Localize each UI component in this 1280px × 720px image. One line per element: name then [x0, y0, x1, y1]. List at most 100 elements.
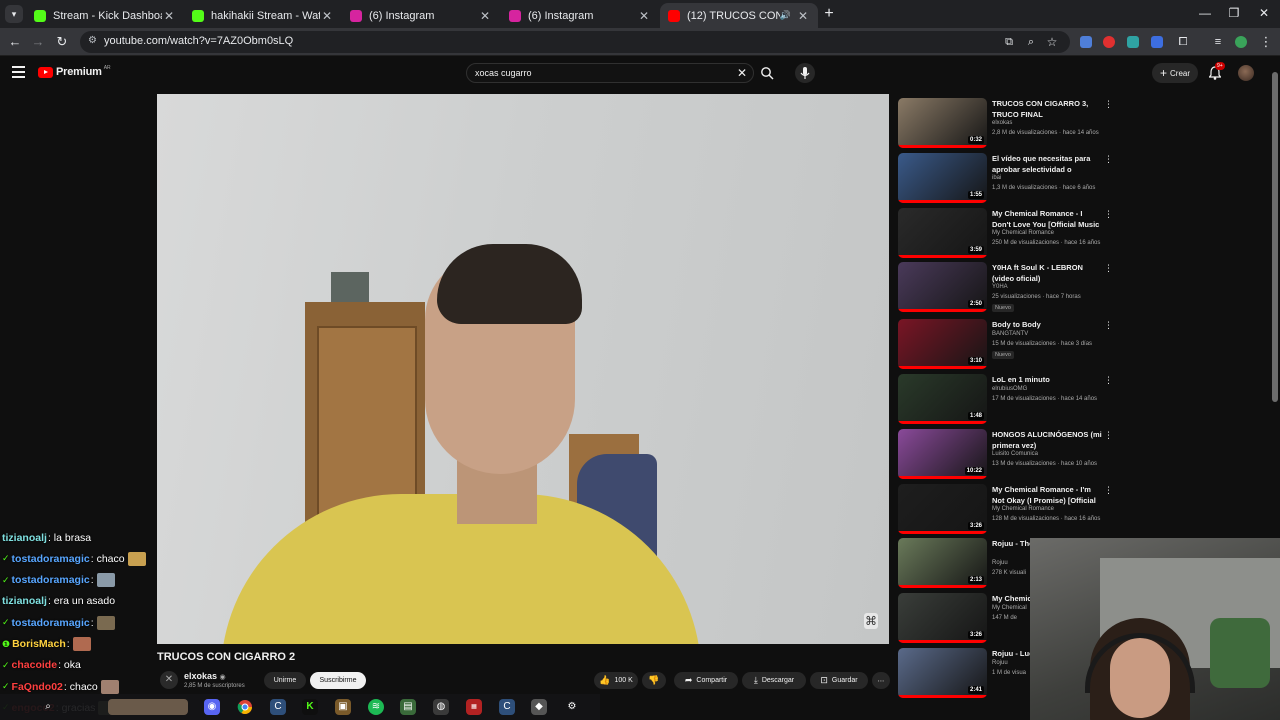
share-button[interactable]: ➦ Compartir	[674, 672, 738, 689]
video-thumbnail[interactable]: 2:13	[898, 538, 987, 588]
chat-username[interactable]: tostadoramagic	[12, 553, 90, 565]
minecraft-icon[interactable]: ▣	[335, 699, 351, 715]
restore-icon[interactable]: ❐	[1227, 6, 1241, 20]
chat-username[interactable]: chacoide	[12, 659, 58, 671]
recommendation-title[interactable]: Y0HA ft Soul K - LEBRON (video oficial)	[992, 263, 1102, 284]
video-thumbnail[interactable]: 2:50	[898, 262, 987, 312]
chrome-active-icon[interactable]: ◍	[433, 699, 449, 715]
youtube-logo[interactable]: Premium AR	[38, 65, 111, 78]
recommendation-item[interactable]: 3:10 Body to Body BANGTANTV 15 M de visuali…	[898, 319, 1123, 371]
back-arrow-icon[interactable]: ←	[6, 33, 24, 51]
video-thumbnail[interactable]: 3:59	[898, 208, 987, 258]
chat-username[interactable]: tostadoramagic	[12, 574, 90, 586]
recommendation-channel[interactable]: My Chemical Romance	[992, 506, 1054, 512]
search-icon[interactable]: ⌕	[40, 699, 56, 715]
tab-search-button[interactable]: ▾	[5, 5, 23, 23]
close-tab-icon[interactable]: ✕	[796, 9, 810, 23]
recommendation-item[interactable]: 1:55 El vídeo que necesitas para aprobar …	[898, 153, 1123, 205]
tab-kick-stream[interactable]: hakihakii Stream - Watch Live o ✕	[184, 3, 342, 28]
tab-kick-dashboard[interactable]: Stream - Kick Dashboard ✕	[26, 3, 184, 28]
recommendation-title[interactable]: Body to Body	[992, 320, 1102, 331]
save-button[interactable]: ⊡ Guardar	[810, 672, 868, 689]
video-thumbnail[interactable]: 1:55	[898, 153, 987, 203]
chat-username[interactable]: tostadoramagic	[12, 617, 90, 629]
browser-menu-icon[interactable]: ⋮	[1257, 33, 1275, 51]
close-tab-icon[interactable]: ✕	[637, 9, 651, 23]
subscribe-button[interactable]: Suscribirme	[310, 672, 366, 689]
recommendation-item[interactable]: 2:50 Y0HA ft Soul K - LEBRON (video ofici…	[898, 262, 1123, 314]
video-thumbnail[interactable]: 1:48	[898, 374, 987, 424]
extension-icon[interactable]	[1103, 36, 1115, 48]
recommendation-channel[interactable]: Rojuu	[992, 660, 1008, 666]
recommendation-title[interactable]: LoL en 1 minuto	[992, 375, 1102, 386]
taskbar-preview-thumbnail[interactable]	[108, 699, 188, 715]
discord-icon[interactable]: ◉	[204, 699, 220, 715]
more-vertical-icon[interactable]: ⋮	[1104, 263, 1113, 274]
more-vertical-icon[interactable]: ⋮	[1104, 320, 1113, 331]
extension-icon[interactable]	[1127, 36, 1139, 48]
recommendation-channel[interactable]: Rojuu	[992, 560, 1008, 566]
recommendation-item[interactable]: 0:32 TRUCOS CON CIGARRO 3, TRUCO FINAL elx…	[898, 98, 1123, 150]
address-bar[interactable]: ⚙ youtube.com/watch?v=7AZ0Obm0sLQ	[80, 31, 1070, 53]
settings-gear-icon[interactable]: ⚙	[564, 699, 580, 715]
video-player[interactable]: ⌘	[157, 94, 889, 644]
more-vertical-icon[interactable]: ⋮	[1104, 430, 1113, 441]
download-button[interactable]: ⤓ Descargar	[742, 672, 806, 689]
close-tab-icon[interactable]: ✕	[162, 9, 176, 23]
recommendation-channel[interactable]: BANGTANTV	[992, 331, 1028, 337]
app-c-icon[interactable]: C	[270, 699, 286, 715]
game-icon[interactable]: ▤	[400, 699, 416, 715]
dislike-button[interactable]: 👎	[642, 672, 666, 689]
page-scrollbar[interactable]	[1270, 62, 1280, 402]
bookmark-star-icon[interactable]: ☆	[1043, 33, 1061, 51]
video-thumbnail[interactable]: 3:26	[898, 593, 987, 643]
recommendation-title[interactable]: TRUCOS CON CIGARRO 3, TRUCO FINAL	[992, 99, 1102, 120]
reload-icon[interactable]: ↻	[53, 33, 71, 51]
video-thumbnail[interactable]: 3:26	[898, 484, 987, 534]
tab-instagram-2[interactable]: (6) Instagram ✕	[501, 3, 659, 28]
recommendation-item[interactable]: 3:59 My Chemical Romance - I Don't Love Y…	[898, 208, 1123, 260]
search-icon[interactable]	[760, 66, 774, 80]
miniplayer-icon[interactable]: ⌘	[864, 613, 878, 629]
close-tab-icon[interactable]: ✕	[478, 9, 492, 23]
create-button[interactable]: + Crear	[1152, 63, 1198, 83]
scrollbar-thumb[interactable]	[1272, 72, 1278, 402]
votes-app-icon[interactable]: ▦	[466, 699, 482, 715]
extension-icon[interactable]	[1151, 36, 1163, 48]
video-thumbnail[interactable]: 3:10	[898, 319, 987, 369]
recommendation-item[interactable]: 10:22 HONGOS ALUCINÓGENOS (mi primera vez…	[898, 429, 1123, 481]
notifications-button[interactable]: 9+	[1208, 62, 1225, 80]
recommendation-channel[interactable]: elxokas	[992, 120, 1012, 126]
video-thumbnail[interactable]: 2:41	[898, 648, 987, 698]
channel-name[interactable]: elxokas ◉	[184, 671, 226, 681]
extensions-puzzle-icon[interactable]: ⧠	[1174, 33, 1192, 51]
recommendation-title[interactable]: My Chemical Romance - I Don't Love You […	[992, 209, 1102, 230]
voice-search-button[interactable]	[795, 63, 815, 83]
hamburger-menu-icon[interactable]	[12, 66, 25, 81]
clear-search-icon[interactable]: ✕	[737, 66, 747, 80]
close-window-icon[interactable]: ✕	[1257, 6, 1271, 20]
zoom-icon[interactable]: ⌕	[1022, 33, 1040, 51]
media-control-icon[interactable]: ≡	[1209, 33, 1227, 51]
more-vertical-icon[interactable]: ⋮	[1104, 154, 1113, 165]
tab-instagram-1[interactable]: (6) Instagram ✕	[342, 3, 500, 28]
recommendation-title[interactable]: My Chemical Romance - I'm Not Okay (I Pr…	[992, 485, 1102, 506]
install-app-icon[interactable]: ⧉	[1000, 33, 1018, 51]
more-vertical-icon[interactable]: ⋮	[1104, 485, 1113, 496]
recommendation-item[interactable]: 3:26 My Chemical Romance - I'm Not Okay (…	[898, 484, 1123, 536]
site-info-icon[interactable]: ⚙	[88, 35, 100, 49]
close-tab-icon[interactable]: ✕	[320, 9, 334, 23]
extension-icon[interactable]	[1080, 36, 1092, 48]
tab-youtube-active[interactable]: (12) TRUCOS CON CIGARRO 🔊 ✕	[660, 3, 818, 28]
recommendation-item[interactable]: 1:48 LoL en 1 minuto elrubiusOMG 17 M de vi…	[898, 374, 1123, 426]
search-input[interactable]: xocas cugarro ✕	[466, 63, 754, 83]
join-button[interactable]: Unirme	[264, 672, 306, 689]
app-shield-icon[interactable]: ◆	[531, 699, 547, 715]
chat-username[interactable]: tizianoalj	[2, 595, 47, 607]
video-thumbnail[interactable]: 10:22	[898, 429, 987, 479]
chat-username[interactable]: BorisMach	[12, 638, 66, 650]
forward-arrow-icon[interactable]: →	[29, 33, 47, 51]
kick-icon[interactable]: K	[302, 699, 318, 715]
app-c2-icon[interactable]: C	[499, 699, 515, 715]
channel-avatar[interactable]: ✕	[160, 671, 178, 689]
